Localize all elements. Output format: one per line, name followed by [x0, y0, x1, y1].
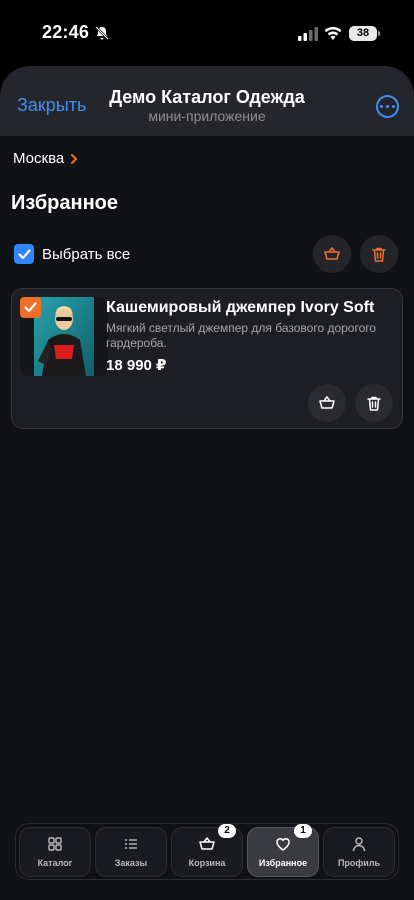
mini-app-header: Закрыть Демо Каталог Одежда мини-приложе… [0, 66, 414, 136]
tab-label: Заказы [114, 858, 148, 868]
chevron-right-icon [71, 153, 78, 164]
tab-label: Каталог [37, 858, 73, 868]
trash-icon [372, 247, 386, 262]
tab-label: Корзина [188, 858, 226, 868]
bottom-tab-bar: Каталог Заказы 2 Корзина 1 Избранное Про… [15, 823, 399, 880]
product-price: 18 990 ₽ [106, 357, 167, 374]
delete-selected-button[interactable] [360, 235, 398, 273]
mini-app-sheet: Закрыть Демо Каталог Одежда мини-приложе… [0, 66, 414, 900]
page-title: Избранное [11, 192, 119, 214]
more-options-button[interactable] [376, 95, 399, 118]
tab-orders[interactable]: Заказы [95, 827, 167, 877]
tab-cart[interactable]: 2 Корзина [171, 824, 243, 877]
city-label: Москва [13, 150, 65, 167]
add-selected-to-cart-button[interactable] [313, 235, 351, 273]
favorite-product-card[interactable]: Кашемировый джемпер Ivory Soft Мягкий св… [11, 288, 403, 429]
select-all-label: Выбрать все [42, 245, 131, 263]
tab-favorites[interactable]: 1 Избранное [247, 824, 319, 877]
heart-icon [276, 838, 290, 851]
header-title: Демо Каталог Одежда [109, 87, 305, 107]
grid-icon [48, 837, 62, 851]
bell-off-icon [95, 26, 109, 40]
favorites-count-badge: 1 [294, 824, 312, 838]
remove-favorite-button[interactable] [355, 384, 393, 422]
tab-label: Избранное [258, 858, 308, 868]
person-icon [352, 837, 366, 852]
status-bar: 22:46 38 [0, 0, 414, 66]
checkmark-icon [24, 302, 37, 313]
basket-icon [324, 247, 340, 260]
tab-label: Профиль [337, 858, 381, 868]
basket-icon [199, 837, 215, 850]
signal-icon [298, 27, 318, 41]
list-icon [125, 839, 137, 849]
battery-indicator: 38 [349, 26, 380, 41]
add-to-cart-button[interactable] [308, 384, 346, 422]
wifi-icon [324, 26, 342, 40]
city-selector[interactable]: Москва [13, 150, 78, 167]
tab-profile[interactable]: Профиль [323, 827, 395, 877]
product-description: Мягкий светлый джемпер для базового доро… [106, 321, 377, 350]
cart-count-badge: 2 [218, 824, 236, 838]
basket-icon [319, 396, 335, 409]
product-select-checkbox[interactable] [20, 297, 41, 318]
header-subtitle: мини-приложение [148, 108, 266, 124]
trash-icon [367, 396, 381, 411]
product-name[interactable]: Кашемировый джемпер Ivory Soft [106, 299, 374, 317]
select-all-checkbox[interactable] [14, 244, 34, 264]
checkmark-icon [17, 248, 31, 259]
select-all-row[interactable]: Выбрать все [14, 244, 130, 264]
status-time: 22:46 [42, 22, 90, 42]
tab-catalog[interactable]: Каталог [19, 827, 91, 877]
